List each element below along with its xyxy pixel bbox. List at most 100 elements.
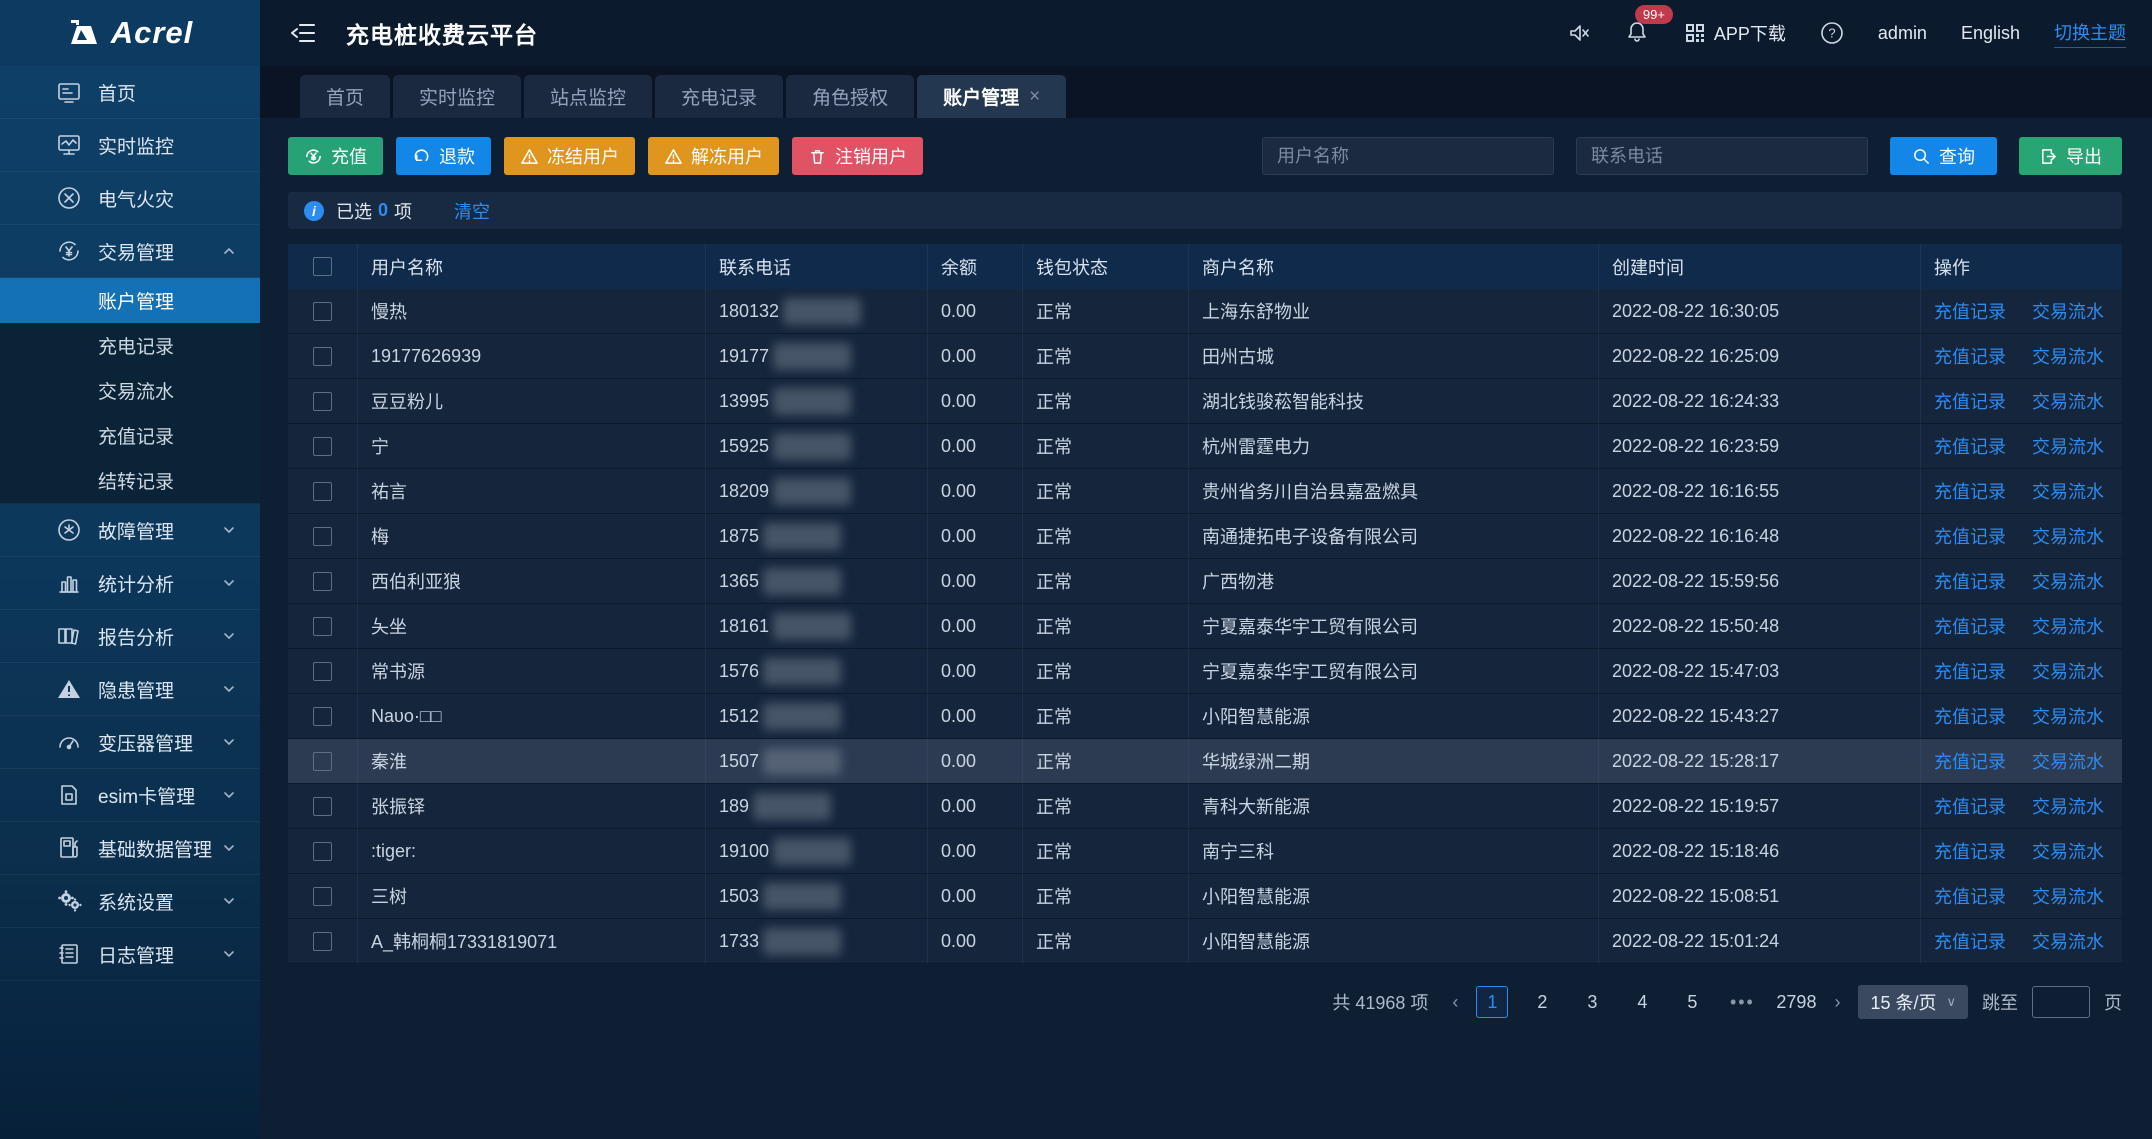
recharge-records-link[interactable]: 充值记录 <box>1934 478 2006 504</box>
row-checkbox[interactable] <box>313 617 332 636</box>
sidebar-item-system-settings[interactable]: 系统设置 <box>0 875 260 928</box>
sidebar-item-statistics[interactable]: 统计分析 <box>0 557 260 610</box>
transaction-flow-link[interactable]: 交易流水 <box>2032 478 2104 504</box>
recharge-records-link[interactable]: 充值记录 <box>1934 883 2006 909</box>
sidebar-item-recharge-records[interactable]: 充值记录 <box>0 413 260 458</box>
username-filter-input[interactable] <box>1262 137 1554 175</box>
notification-bell[interactable]: 99+ <box>1625 19 1649 48</box>
unfreeze-user-button[interactable]: 解冻用户 <box>648 137 779 175</box>
tab-2[interactable]: 站点监控 <box>524 75 652 118</box>
next-page-button[interactable]: › <box>1830 992 1844 1013</box>
app-download-button[interactable]: APP下载 <box>1683 20 1786 46</box>
tab-close-icon[interactable]: × <box>1029 86 1040 108</box>
row-checkbox[interactable] <box>313 527 332 546</box>
clear-selection-link[interactable]: 清空 <box>454 198 490 224</box>
recharge-button[interactable]: 充值 <box>288 137 383 175</box>
transaction-flow-link[interactable]: 交易流水 <box>2032 433 2104 459</box>
search-button[interactable]: 查询 <box>1890 137 1997 175</box>
page-number[interactable]: 2 <box>1526 986 1558 1018</box>
row-checkbox[interactable] <box>313 752 332 771</box>
username[interactable]: admin <box>1878 23 1927 44</box>
sidebar-item-transaction-flow[interactable]: 交易流水 <box>0 368 260 413</box>
page-number[interactable]: 3 <box>1576 986 1608 1018</box>
transaction-flow-link[interactable]: 交易流水 <box>2032 883 2104 909</box>
sidebar-collapse-icon[interactable] <box>290 19 318 47</box>
transaction-flow-link[interactable]: 交易流水 <box>2032 568 2104 594</box>
recharge-records-link[interactable]: 充值记录 <box>1934 793 2006 819</box>
theme-switch-link[interactable]: 切换主题 <box>2054 19 2126 48</box>
transaction-flow-link[interactable]: 交易流水 <box>2032 343 2104 369</box>
transaction-flow-link[interactable]: 交易流水 <box>2032 658 2104 684</box>
sidebar-item-home[interactable]: 首页 <box>0 66 260 119</box>
page-size-select[interactable]: 15 条/页 ∨ <box>1858 985 1968 1019</box>
phone-filter-input[interactable] <box>1576 137 1868 175</box>
row-checkbox[interactable] <box>313 347 332 366</box>
sidebar-item-electric-fire[interactable]: 电气火灾 <box>0 172 260 225</box>
sidebar-item-transformer-management[interactable]: 变压器管理 <box>0 716 260 769</box>
recharge-records-link[interactable]: 充值记录 <box>1934 658 2006 684</box>
page-number[interactable]: 4 <box>1626 986 1658 1018</box>
row-checkbox[interactable] <box>313 302 332 321</box>
sidebar-item-report-analysis[interactable]: 报告分析 <box>0 610 260 663</box>
sidebar-item-carryover-records[interactable]: 结转记录 <box>0 458 260 503</box>
freeze-user-button[interactable]: 冻结用户 <box>504 137 635 175</box>
row-checkbox[interactable] <box>313 797 332 816</box>
transaction-flow-link[interactable]: 交易流水 <box>2032 748 2104 774</box>
row-checkbox[interactable] <box>313 662 332 681</box>
recharge-records-link[interactable]: 充值记录 <box>1934 433 2006 459</box>
refund-button[interactable]: 退款 <box>396 137 491 175</box>
row-checkbox[interactable] <box>313 392 332 411</box>
sidebar-item-log-management[interactable]: 日志管理 <box>0 928 260 981</box>
transaction-flow-link[interactable]: 交易流水 <box>2032 793 2104 819</box>
recharge-records-link[interactable]: 充值记录 <box>1934 748 2006 774</box>
row-checkbox[interactable] <box>313 932 332 951</box>
tab-4[interactable]: 角色授权 <box>786 75 914 118</box>
deactivate-user-button[interactable]: 注销用户 <box>792 137 923 175</box>
tab-3[interactable]: 充电记录 <box>655 75 783 118</box>
recharge-records-link[interactable]: 充值记录 <box>1934 568 2006 594</box>
sidebar-item-transaction[interactable]: 交易管理 <box>0 225 260 278</box>
transaction-flow-link[interactable]: 交易流水 <box>2032 928 2104 954</box>
row-checkbox[interactable] <box>313 437 332 456</box>
export-button[interactable]: 导出 <box>2019 137 2122 175</box>
sidebar-item-realtime-monitor[interactable]: 实时监控 <box>0 119 260 172</box>
prev-page-button[interactable]: ‹ <box>1448 992 1462 1013</box>
recharge-records-link[interactable]: 充值记录 <box>1934 613 2006 639</box>
sidebar-item-hazard-management[interactable]: 隐患管理 <box>0 663 260 716</box>
row-checkbox[interactable] <box>313 482 332 501</box>
tab-1[interactable]: 实时监控 <box>393 75 521 118</box>
transaction-flow-link[interactable]: 交易流水 <box>2032 523 2104 549</box>
recharge-records-link[interactable]: 充值记录 <box>1934 703 2006 729</box>
language-switch[interactable]: English <box>1961 23 2020 44</box>
row-checkbox[interactable] <box>313 572 332 591</box>
recharge-records-link[interactable]: 充值记录 <box>1934 523 2006 549</box>
transaction-flow-link[interactable]: 交易流水 <box>2032 388 2104 414</box>
transaction-flow-link[interactable]: 交易流水 <box>2032 613 2104 639</box>
tab-0[interactable]: 首页 <box>300 75 390 118</box>
sidebar-item-charging-records[interactable]: 充电记录 <box>0 323 260 368</box>
select-all-checkbox[interactable] <box>313 257 332 276</box>
row-checkbox[interactable] <box>313 707 332 726</box>
recharge-records-link[interactable]: 充值记录 <box>1934 343 2006 369</box>
recharge-records-link[interactable]: 充值记录 <box>1934 928 2006 954</box>
help-icon[interactable]: ? <box>1820 21 1844 45</box>
transaction-flow-link[interactable]: 交易流水 <box>2032 703 2104 729</box>
sidebar-item-base-data-management[interactable]: 基础数据管理 <box>0 822 260 875</box>
recharge-records-link[interactable]: 充值记录 <box>1934 838 2006 864</box>
sidebar-item-account-management[interactable]: 账户管理 <box>0 278 260 323</box>
mute-icon[interactable] <box>1567 21 1591 45</box>
page-number[interactable]: 2798 <box>1776 986 1816 1018</box>
row-checkbox[interactable] <box>313 887 332 906</box>
recharge-records-link[interactable]: 充值记录 <box>1934 298 2006 324</box>
recharge-records-link[interactable]: 充值记录 <box>1934 388 2006 414</box>
sidebar-item-esim-management[interactable]: esim卡管理 <box>0 769 260 822</box>
sidebar-item-fault-management[interactable]: 故障管理 <box>0 504 260 557</box>
tab-5[interactable]: 账户管理× <box>917 75 1066 118</box>
transaction-flow-link[interactable]: 交易流水 <box>2032 838 2104 864</box>
jump-page-input[interactable] <box>2032 986 2090 1018</box>
tab-label: 实时监控 <box>419 83 495 110</box>
page-number[interactable]: 1 <box>1476 986 1508 1018</box>
row-checkbox[interactable] <box>313 842 332 861</box>
page-number[interactable]: 5 <box>1676 986 1708 1018</box>
transaction-flow-link[interactable]: 交易流水 <box>2032 298 2104 324</box>
